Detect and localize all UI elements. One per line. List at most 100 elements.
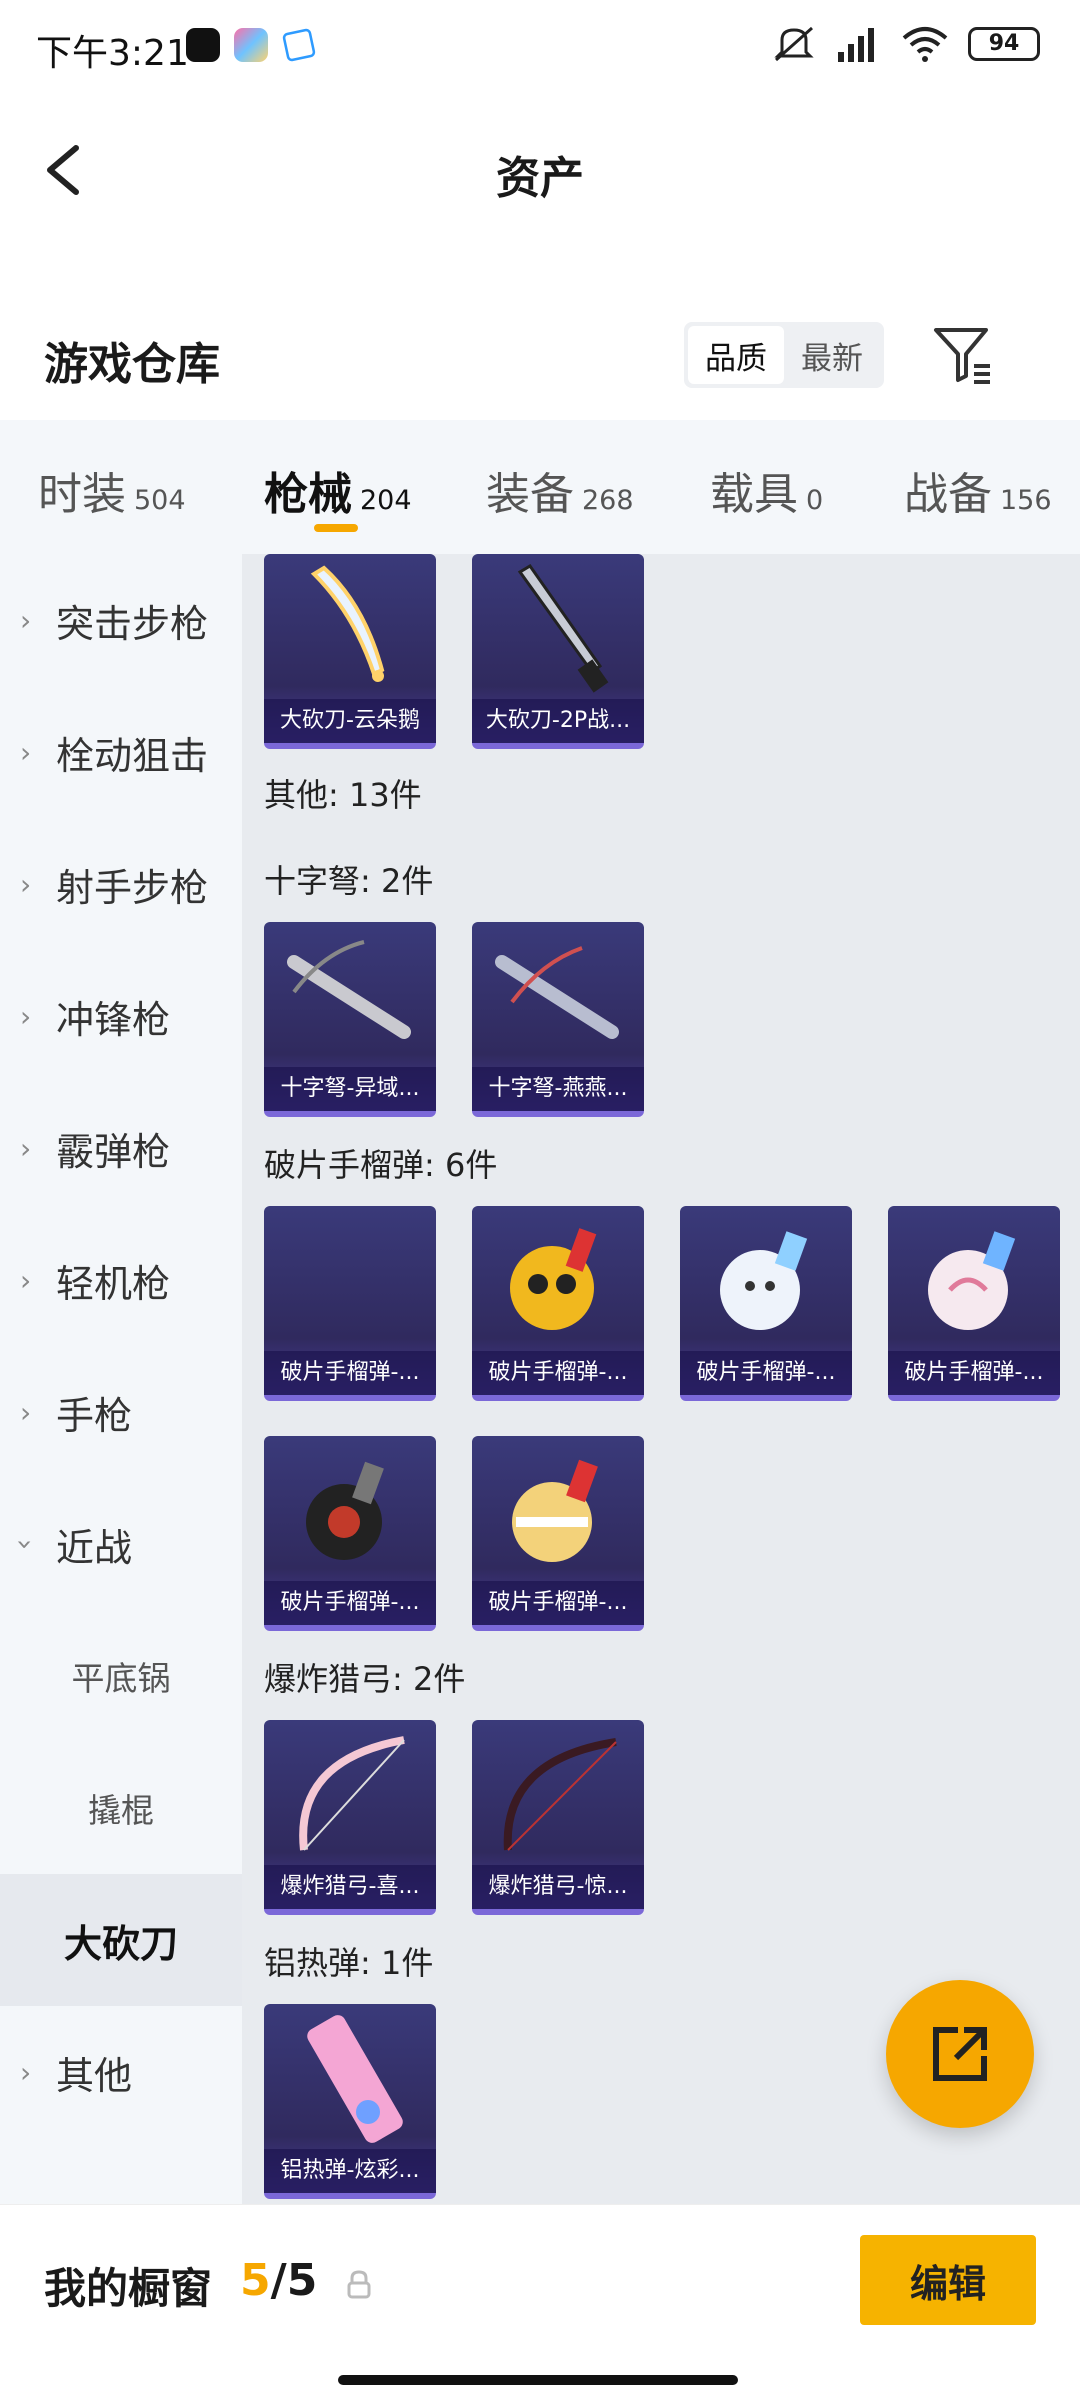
showcase-count-current: 5: [240, 2255, 271, 2306]
battery-indicator: 94: [968, 27, 1040, 61]
item-card-name: 破片手榴弹-...: [680, 1351, 852, 1395]
item-card[interactable]: 破片手榴弹-...: [472, 1206, 644, 1401]
crossbow-icon: [287, 940, 411, 1039]
thermite-icon: [307, 2015, 403, 2143]
tab-label: 时装: [38, 469, 126, 520]
lock-icon: [347, 2270, 371, 2299]
tab-count: 156: [1000, 485, 1052, 516]
showcase-count-separator: /: [270, 2255, 287, 2306]
group-label: 破片手榴弹: 6件: [264, 1146, 498, 1184]
grenade-icon: [510, 1228, 597, 1330]
filter-icon[interactable]: [930, 322, 996, 388]
mute-icon: [774, 26, 814, 62]
tab-tactical[interactable]: 战备 156: [904, 458, 1052, 522]
sidebar-subitem-pan[interactable]: 平底锅: [0, 1610, 242, 1742]
sidebar-item-shotgun[interactable]: › 霰弹枪: [0, 1082, 242, 1214]
tab-count: 0: [806, 485, 824, 516]
sidebar-item-pistol[interactable]: › 手枪: [0, 1346, 242, 1478]
tab-firearms[interactable]: 枪械 204: [264, 458, 412, 522]
edit-button[interactable]: 编辑: [860, 2235, 1036, 2325]
item-card[interactable]: 大砍刀-云朵鹅: [264, 554, 436, 749]
grenade-icon: [928, 1231, 1016, 1330]
grenade-art: [264, 1206, 436, 1356]
sidebar-item-assault-rifle[interactable]: › 突击步枪: [0, 554, 242, 686]
item-card[interactable]: 破片手榴弹-...: [264, 1206, 436, 1401]
wifi-icon: [902, 27, 948, 62]
item-card-name: 爆炸猎弓-惊...: [472, 1865, 644, 1909]
item-card[interactable]: 破片手榴弹-...: [680, 1206, 852, 1401]
item-card-name: 破片手榴弹-...: [264, 1581, 436, 1625]
paper-plane-icon: [281, 27, 317, 63]
group-label: 爆炸猎弓: 2件: [264, 1660, 466, 1698]
sidebar-subitem-machete[interactable]: 大砍刀: [0, 1874, 242, 2006]
item-card[interactable]: 破片手榴弹-...: [264, 1436, 436, 1631]
tiktok-icon: [186, 28, 220, 62]
sidebar-item-marksman-rifle[interactable]: › 射手步枪: [0, 818, 242, 950]
item-card-name: 破片手榴弹-...: [472, 1581, 644, 1625]
item-card[interactable]: 破片手榴弹-...: [472, 1436, 644, 1631]
tab-count: 504: [134, 485, 186, 516]
sidebar-item-lmg[interactable]: › 轻机枪: [0, 1214, 242, 1346]
item-card[interactable]: 大砍刀-2P战...: [472, 554, 644, 749]
tab-label: 载具: [710, 469, 798, 520]
item-card-name: 大砍刀-2P战...: [472, 699, 644, 743]
item-card[interactable]: 爆炸猎弓-喜...: [264, 1720, 436, 1915]
sidebar-item-label: 霰弹枪: [56, 1129, 171, 1174]
sidebar-item-label: 近战: [56, 1525, 133, 1570]
item-card-name: 破片手榴弹-...: [888, 1351, 1060, 1395]
showcase-count-max: 5: [286, 2255, 318, 2306]
item-card[interactable]: 十字弩-异域...: [264, 922, 436, 1117]
sidebar-item-smg[interactable]: › 冲锋枪: [0, 950, 242, 1082]
machete-icon: [517, 563, 609, 693]
item-card[interactable]: 破片手榴弹-...: [888, 1206, 1060, 1401]
status-right: 94: [772, 24, 1040, 64]
page-title: 资产: [496, 153, 584, 204]
tab-vehicles[interactable]: 载具 0: [710, 458, 823, 522]
item-card-name: 十字弩-异域...: [264, 1067, 436, 1111]
chevron-right-icon: ›: [20, 867, 32, 901]
warehouse-section-header: 游戏仓库 品质 最新: [0, 300, 1080, 410]
chevron-right-icon: ›: [20, 1263, 32, 1297]
sidebar-subitem-crowbar[interactable]: 撬棍: [0, 1742, 242, 1874]
grenade-icon: [306, 1461, 384, 1560]
sort-newest-button[interactable]: 最新: [784, 326, 880, 384]
tab-equipment[interactable]: 装备 268: [486, 458, 634, 522]
home-indicator[interactable]: [338, 2375, 738, 2385]
sidebar-item-label: 栓动狙击: [56, 733, 209, 778]
bow-icon: [299, 1736, 405, 1851]
tab-count: 268: [582, 485, 634, 516]
group-label: 十字弩: 2件: [264, 862, 434, 900]
sidebar-item-label: 冲锋枪: [56, 997, 171, 1042]
chevron-down-icon: ›: [9, 1538, 43, 1550]
app-header: 资产: [0, 96, 1080, 246]
chevron-right-icon: ›: [20, 603, 32, 637]
sidebar-item-melee[interactable]: › 近战: [0, 1478, 242, 1610]
item-card-name: 破片手榴弹-...: [264, 1351, 436, 1395]
group-label: 铝热弹: 1件: [264, 1944, 434, 1982]
bow-icon: [503, 1738, 617, 1851]
showcase-count: 5/5: [240, 2255, 317, 2306]
tab-label: 装备: [486, 469, 574, 520]
tab-fashion[interactable]: 时装 504: [38, 458, 186, 522]
sort-toggle: 品质 最新: [684, 322, 884, 388]
sidebar-item-bolt-sniper[interactable]: › 栓动狙击: [0, 686, 242, 818]
item-card-name: 铝热弹-炫彩...: [264, 2149, 436, 2193]
item-card[interactable]: 铝热弹-炫彩...: [264, 2004, 436, 2199]
item-card[interactable]: 爆炸猎弓-惊...: [472, 1720, 644, 1915]
item-card[interactable]: 十字弩-燕燕...: [472, 922, 644, 1117]
sort-quality-button[interactable]: 品质: [688, 326, 784, 384]
sidebar-item-other[interactable]: › 其他: [0, 2006, 242, 2138]
chevron-right-icon: ›: [20, 1395, 32, 1429]
sidebar-item-label: 其他: [56, 2053, 133, 2098]
tab-label: 战备: [904, 469, 992, 520]
chevron-right-icon: ›: [20, 999, 32, 1033]
active-tab-indicator: [314, 524, 358, 532]
showcase-label: 我的橱窗: [44, 2264, 213, 2313]
crossbow-icon: [495, 946, 619, 1039]
game-app-icon: [234, 28, 268, 62]
item-card-name: 大砍刀-云朵鹅: [264, 699, 436, 743]
share-button[interactable]: [886, 1980, 1034, 2128]
tab-count: 204: [360, 485, 412, 516]
item-grid: 大砍刀-云朵鹅 大砍刀-2P战... 其他: 13件 十字弩: 2件 十字弩-异…: [242, 554, 1080, 2204]
grenade-icon: [512, 1459, 598, 1562]
